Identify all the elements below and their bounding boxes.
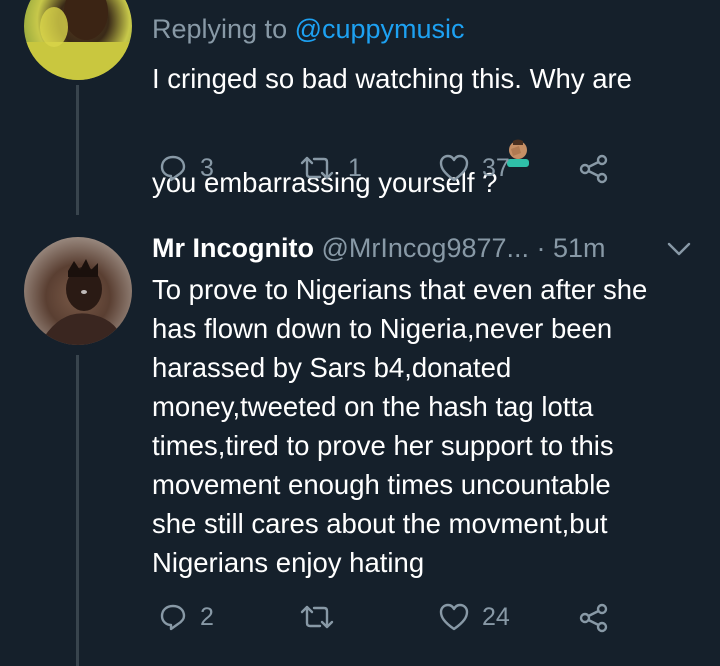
share-button[interactable] <box>578 153 610 185</box>
reply-icon <box>160 604 186 631</box>
retweet-button[interactable] <box>298 602 348 632</box>
avatar-tweet-2[interactable] <box>24 237 132 345</box>
like-icon <box>439 154 469 182</box>
thread-line <box>76 85 79 215</box>
tweet-2-actions: 2 24 <box>0 602 720 642</box>
retweet-icon <box>300 156 334 180</box>
like-count: 24 <box>482 602 510 631</box>
like-button[interactable]: 24 <box>438 602 510 632</box>
retweet-icon <box>300 605 334 629</box>
reply-button[interactable]: 2 <box>158 602 214 632</box>
tweet-2[interactable]: Mr Incognito @MrIncog9877... · 51m To pr… <box>0 215 720 666</box>
share-icon <box>579 603 608 633</box>
tweet-1-actions: 3 1 37 <box>0 153 720 193</box>
share-icon <box>579 154 608 184</box>
like-button[interactable]: 37 <box>438 153 510 183</box>
reply-handle-link[interactable]: @cuppymusic <box>295 14 465 44</box>
replying-to-label: Replying to <box>152 14 295 44</box>
tweet-2-text: To prove to Nigerians that even after sh… <box>152 274 648 578</box>
reply-count: 2 <box>200 602 214 631</box>
avatar-tweet-1[interactable] <box>24 0 132 80</box>
reply-count: 3 <box>200 153 214 182</box>
reply-button[interactable]: 3 <box>158 153 214 183</box>
replying-to: Replying to @cuppymusic <box>152 14 465 45</box>
reply-icon <box>160 155 186 182</box>
chevron-down-icon[interactable] <box>666 240 692 258</box>
retweet-count: 1 <box>348 153 362 182</box>
tweet-2-header: Mr Incognito @MrIncog9877... · 51m <box>152 233 606 264</box>
display-name[interactable]: Mr Incognito <box>152 233 314 263</box>
like-icon <box>439 603 469 631</box>
share-button[interactable] <box>578 602 610 634</box>
tweet-1[interactable]: Replying to @cuppymusic I cringed so bad… <box>0 0 720 215</box>
handle-and-time: @MrIncog9877... · 51m <box>321 233 606 263</box>
retweet-button[interactable]: 1 <box>298 153 362 183</box>
like-count: 37 <box>482 153 510 182</box>
